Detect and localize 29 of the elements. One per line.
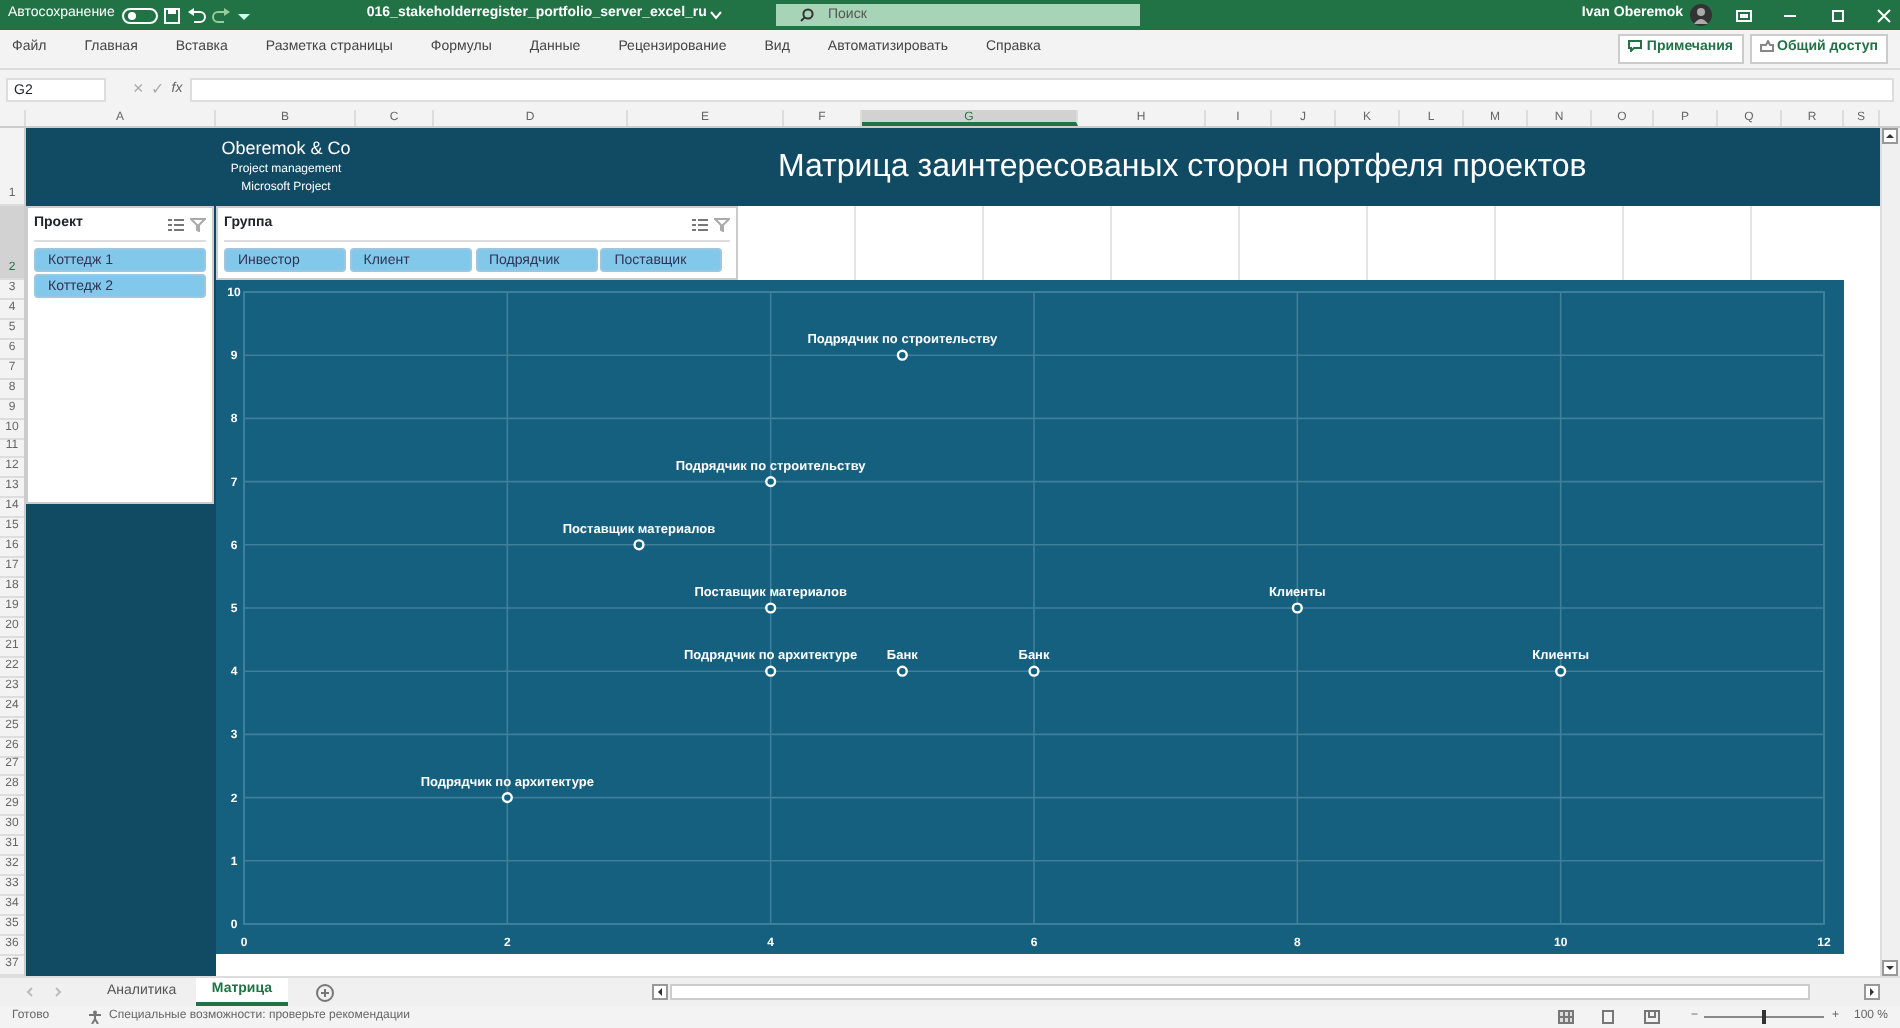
autosave-toggle[interactable] (121, 7, 158, 23)
add-sheet-icon[interactable] (315, 983, 334, 1001)
undo-icon[interactable] (187, 7, 206, 23)
scroll-left-icon[interactable] (651, 984, 667, 1000)
formula-input[interactable] (189, 78, 1894, 102)
page-layout-icon[interactable] (1600, 1010, 1617, 1024)
multi-select-icon[interactable] (167, 217, 183, 232)
search-icon (800, 8, 814, 22)
close-icon[interactable] (1876, 7, 1892, 23)
save-icon[interactable] (164, 7, 181, 23)
chevron-icon[interactable] (710, 10, 723, 20)
normal-view-icon[interactable] (1557, 1010, 1574, 1024)
restore-icon[interactable] (1829, 7, 1845, 23)
redo-icon[interactable] (212, 7, 231, 23)
multi-select-icon[interactable] (691, 217, 707, 232)
sheet-title: Матрица заинтересованых сторон портфеля проектов (778, 147, 1587, 187)
horizontal-scrollbar[interactable] (670, 984, 1811, 1000)
accessibility-icon[interactable] (88, 1010, 103, 1024)
page-break-icon[interactable] (1643, 1010, 1660, 1024)
customize-icon[interactable] (237, 9, 250, 21)
scroll-down-icon[interactable] (1882, 960, 1898, 976)
company-name: Oberemok & Co (219, 135, 353, 162)
scroll-right-icon[interactable] (1864, 984, 1880, 1000)
zoom-thumb[interactable] (1762, 1010, 1767, 1024)
avatar-icon[interactable] (1690, 4, 1712, 26)
share-icon (1759, 40, 1774, 53)
comment-icon (1628, 40, 1643, 53)
ribbon-display-icon[interactable] (1735, 9, 1751, 21)
scroll-up-icon[interactable] (1882, 128, 1898, 144)
